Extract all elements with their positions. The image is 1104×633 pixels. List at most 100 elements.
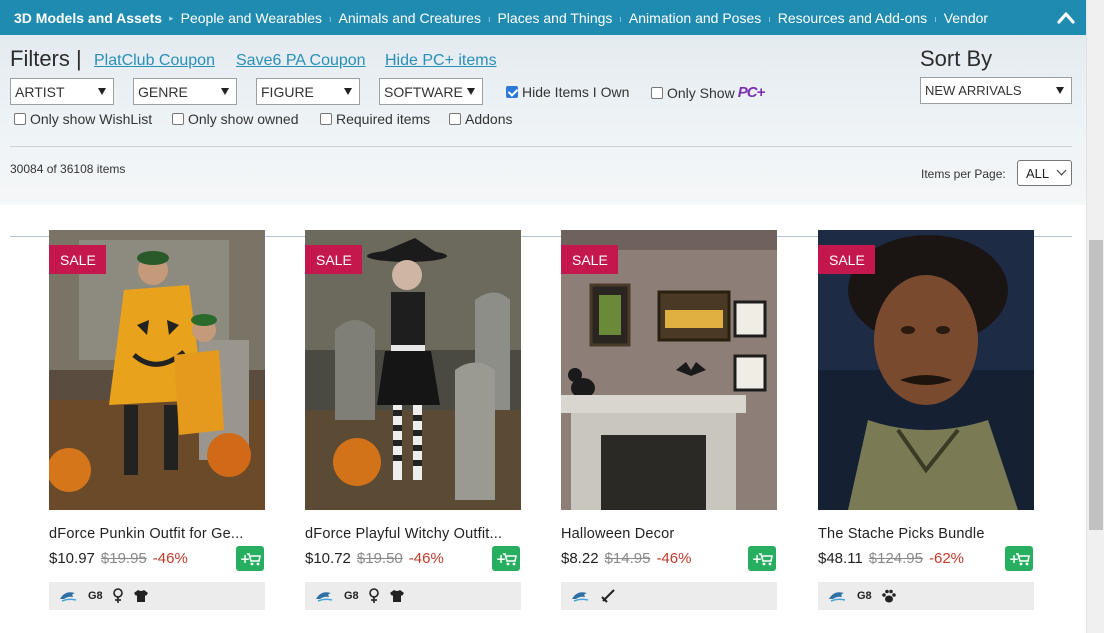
sale-badge: SALE — [305, 245, 362, 274]
discount-percent: -46% — [152, 550, 188, 567]
dropdown-arrow-icon — [344, 88, 352, 95]
nav-places-things[interactable]: Places and Things — [497, 10, 612, 26]
sale-badge: SALE — [49, 245, 106, 274]
nav-vendor[interactable]: Vendor — [944, 10, 988, 26]
page: 3D Models and Assets ▸ People and Wearab… — [0, 0, 1104, 633]
save6-coupon-link[interactable]: Save6 PA Coupon — [236, 52, 366, 70]
prop-sword-icon — [600, 588, 616, 604]
product-image[interactable]: SALE — [561, 230, 777, 510]
items-per-page-select[interactable]: ALL — [1017, 160, 1072, 186]
daz-dolphin-icon — [571, 589, 591, 603]
results-count: 30084 of 36108 items — [10, 162, 126, 176]
discount-percent: -46% — [408, 550, 444, 567]
daz-dolphin-icon — [59, 589, 79, 603]
addons-checkbox[interactable]: Addons — [449, 111, 512, 127]
scrollbar-thumb[interactable] — [1089, 240, 1103, 530]
figure-select[interactable]: FIGURE — [256, 78, 360, 105]
product-title[interactable]: dForce Punkin Outfit for Ge... — [49, 526, 265, 542]
required-items-checkbox[interactable]: Required items — [320, 111, 430, 127]
owned-checkbox[interactable]: Only show owned — [172, 111, 299, 127]
original-price: $124.95 — [868, 550, 923, 567]
product-title[interactable]: dForce Playful Witchy Outfit... — [305, 526, 521, 542]
genre-select-value: GENRE — [138, 84, 188, 100]
checkbox[interactable] — [449, 113, 461, 125]
add-to-cart-button[interactable]: + — [236, 546, 264, 571]
vertical-scrollbar[interactable] — [1086, 0, 1104, 633]
checkbox[interactable] — [651, 86, 663, 99]
wishlist-checkbox[interactable]: Only show WishList — [14, 111, 152, 127]
product-title[interactable]: The Stache Picks Bundle — [818, 526, 1034, 542]
hide-pcplus-link[interactable]: Hide PC+ items — [385, 52, 497, 70]
software-select-value: SOFTWARE — [384, 84, 463, 100]
add-to-cart-icon: + — [496, 552, 517, 566]
addons-label: Addons — [465, 111, 513, 127]
only-show-label: Only Show — [667, 84, 735, 101]
add-to-cart-button[interactable]: + — [492, 546, 520, 571]
product-tags: G8 — [49, 582, 265, 610]
sort-select[interactable]: NEW ARRIVALS — [920, 77, 1072, 104]
hide-owned-label: Hide Items I Own — [522, 84, 630, 100]
current-price: $8.22 — [561, 550, 599, 567]
product-image[interactable]: SALE — [818, 230, 1034, 510]
platclub-coupon-link[interactable]: PlatClub Coupon — [94, 52, 215, 70]
product-title[interactable]: Halloween Decor — [561, 526, 777, 542]
current-price: $48.11 — [818, 550, 863, 567]
required-items-label: Required items — [336, 111, 431, 127]
nav-animation-poses[interactable]: Animation and Poses — [629, 10, 761, 26]
sort-by-label: Sort By — [920, 46, 993, 71]
filters-title: Filters | — [10, 46, 82, 71]
divider — [10, 146, 1072, 147]
product-card[interactable]: SALE Halloween Decor $8.22 $14.95 -46% + — [561, 230, 777, 610]
product-price: $8.22 $14.95 -46% — [561, 550, 691, 567]
add-to-cart-button[interactable]: + — [748, 546, 776, 571]
daz-dolphin-icon — [315, 589, 335, 603]
add-to-cart-icon: + — [752, 552, 773, 566]
figure-select-value: FIGURE — [261, 84, 314, 100]
sale-badge: SALE — [818, 245, 875, 274]
product-card[interactable]: SALE The Stache Picks Bundle $48.11 $124.… — [818, 230, 1034, 610]
nav-animals-creatures[interactable]: Animals and Creatures — [339, 10, 481, 26]
female-icon — [112, 588, 124, 604]
current-price: $10.97 — [49, 550, 95, 567]
original-price: $14.95 — [604, 550, 651, 567]
chevron-up-icon[interactable] — [1056, 8, 1076, 26]
discount-percent: -46% — [656, 550, 692, 567]
nav-separator: ı — [619, 13, 622, 24]
nav-resources-addons[interactable]: Resources and Add-ons — [778, 10, 927, 26]
hide-owned-checkbox[interactable]: Hide Items I Own — [506, 84, 629, 100]
dropdown-arrow-icon — [1056, 87, 1064, 94]
software-select[interactable]: SOFTWARE — [379, 78, 483, 105]
paw-icon — [881, 588, 897, 604]
owned-label: Only show owned — [188, 111, 299, 127]
discount-percent: -62% — [929, 550, 965, 567]
product-tags: G8 — [305, 582, 521, 610]
product-image[interactable]: SALE — [49, 230, 265, 510]
original-price: $19.50 — [356, 550, 403, 567]
nav-3d-models[interactable]: 3D Models and Assets — [14, 10, 162, 26]
product-card[interactable]: SALE dForce Playful Witchy Outfit... $10… — [305, 230, 521, 610]
wishlist-label: Only show WishList — [30, 111, 153, 127]
add-to-cart-icon: + — [1009, 552, 1030, 566]
items-per-page-label: Items per Page: — [921, 167, 1006, 181]
nav-people-wearables[interactable]: People and Wearables — [181, 10, 322, 26]
dropdown-arrow-icon — [467, 88, 475, 95]
sort-select-value: NEW ARRIVALS — [925, 83, 1022, 98]
add-to-cart-button[interactable]: + — [1005, 546, 1033, 571]
checkbox[interactable] — [172, 113, 184, 125]
product-image[interactable]: SALE — [305, 230, 521, 510]
figure-tag: G8 — [88, 590, 103, 602]
genre-select[interactable]: GENRE — [133, 78, 237, 105]
checkbox[interactable] — [14, 113, 26, 125]
only-show-pcplus-checkbox[interactable]: Only Show PC+ — [651, 84, 765, 101]
nav-separator: ı — [768, 13, 771, 24]
nav-separator: ı — [487, 13, 491, 24]
product-card[interactable]: SALE dForce Punkin Outfit for Ge... $10.… — [49, 230, 265, 610]
daz-dolphin-icon — [828, 589, 848, 603]
artist-select-value: ARTIST — [15, 84, 65, 100]
filter-panel: Filters | PlatClub Coupon Save6 PA Coupo… — [0, 35, 1086, 237]
checkbox-checked[interactable] — [506, 86, 518, 98]
artist-select[interactable]: ARTIST — [10, 78, 114, 105]
checkbox[interactable] — [320, 113, 332, 125]
product-tags: G8 — [818, 582, 1034, 610]
nav-separator: ▸ — [169, 13, 174, 23]
